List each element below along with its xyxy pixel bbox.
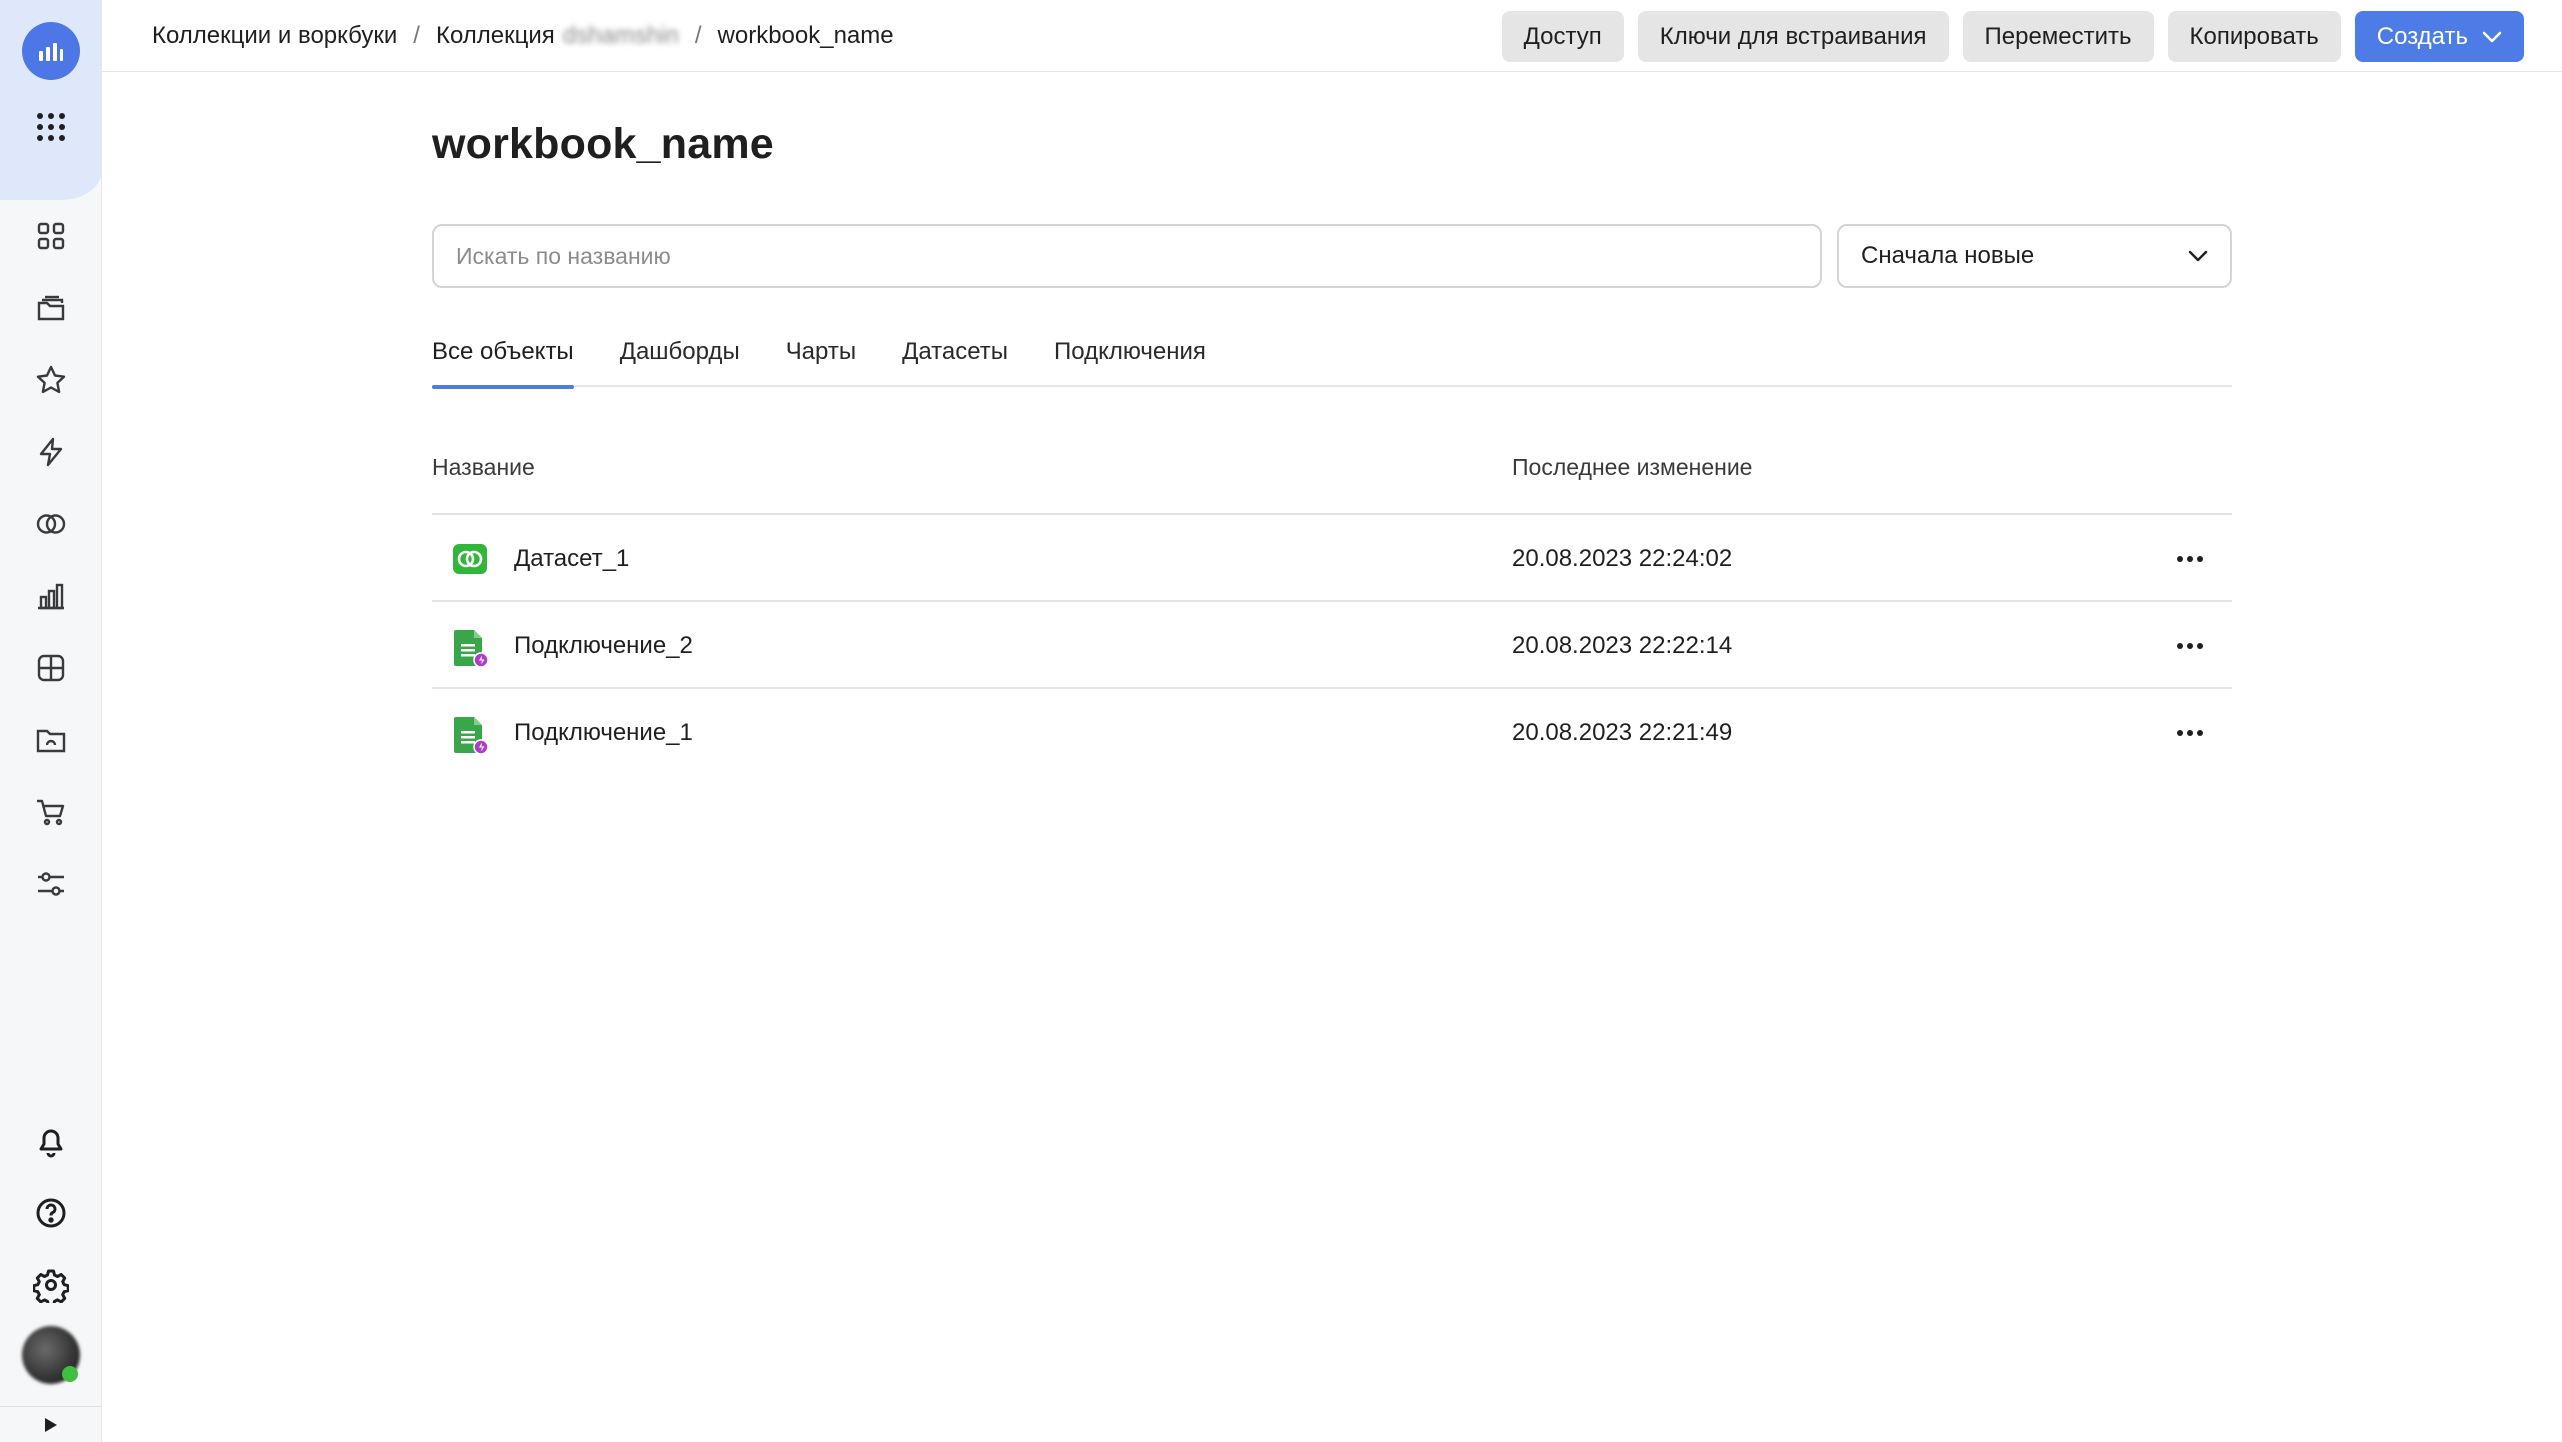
gear-icon[interactable] bbox=[30, 1264, 72, 1306]
tab-charts[interactable]: Чарты bbox=[786, 332, 856, 387]
folders-icon[interactable] bbox=[31, 288, 71, 328]
copy-button[interactable]: Копировать bbox=[2167, 11, 2341, 62]
star-icon[interactable] bbox=[31, 360, 71, 400]
connection-sheet-icon bbox=[452, 715, 489, 755]
breadcrumb-collection-prefix: Коллекция bbox=[435, 22, 555, 49]
top-header: Коллекции и воркбуки / Коллекция dshamshi… bbox=[102, 0, 2562, 72]
play-triangle-icon bbox=[45, 1417, 57, 1432]
sliders-icon[interactable] bbox=[31, 864, 71, 904]
access-button[interactable]: Доступ bbox=[1501, 11, 1624, 62]
table-row[interactable]: Подключение_1 20.08.2023 22:21:49 bbox=[432, 689, 2232, 776]
help-icon[interactable] bbox=[30, 1192, 72, 1234]
breadcrumb-collection[interactable]: Коллекция dshamshin bbox=[436, 22, 679, 50]
more-actions-icon[interactable] bbox=[2170, 539, 2210, 579]
tab-datasets[interactable]: Датасеты bbox=[902, 332, 1008, 387]
more-actions-icon[interactable] bbox=[2170, 626, 2210, 666]
row-modified: 20.08.2023 22:24:02 bbox=[1512, 545, 1733, 572]
row-name[interactable]: Датасет_1 bbox=[514, 545, 629, 573]
grid-icon[interactable] bbox=[31, 216, 71, 256]
table-row[interactable]: Датасет_1 20.08.2023 22:24:02 bbox=[432, 515, 2232, 602]
table-row[interactable]: Подключение_2 20.08.2023 22:22:14 bbox=[432, 602, 2232, 689]
breadcrumb-collections[interactable]: Коллекции и воркбуки bbox=[152, 22, 397, 50]
dataset-icon bbox=[452, 541, 488, 577]
bar-chart-icon[interactable] bbox=[31, 576, 71, 616]
cart-icon[interactable] bbox=[31, 792, 71, 832]
search-input[interactable] bbox=[432, 224, 1822, 288]
chevron-down-icon bbox=[2482, 31, 2502, 42]
chart-logo-icon[interactable] bbox=[22, 22, 80, 80]
apps-grid-icon[interactable] bbox=[30, 106, 72, 148]
tab-all-objects[interactable]: Все объекты bbox=[432, 332, 574, 389]
lightning-icon[interactable] bbox=[31, 432, 71, 472]
chevron-down-icon bbox=[2188, 250, 2208, 262]
row-name[interactable]: Подключение_2 bbox=[514, 632, 693, 660]
object-tabs: Все объекты Дашборды Чарты Датасеты Подк… bbox=[432, 332, 2232, 389]
move-button[interactable]: Переместить bbox=[1962, 11, 2154, 62]
objects-table: Название Последнее изменение Датасет_1 2… bbox=[432, 442, 2232, 776]
folder-icon[interactable] bbox=[31, 720, 71, 760]
breadcrumb-collection-name: dshamshin bbox=[562, 22, 679, 49]
header-actions: Доступ Ключи для встраивания Переместить… bbox=[1501, 11, 2524, 62]
bell-icon[interactable] bbox=[30, 1120, 72, 1162]
create-button[interactable]: Создать bbox=[2354, 11, 2524, 62]
collapse-sidebar-button[interactable] bbox=[0, 1406, 102, 1442]
connection-sheet-icon bbox=[452, 628, 489, 668]
row-modified: 20.08.2023 22:21:49 bbox=[1512, 719, 1733, 746]
tab-connections[interactable]: Подключения bbox=[1054, 332, 1206, 387]
row-name[interactable]: Подключение_1 bbox=[514, 719, 693, 747]
online-status-dot bbox=[62, 1366, 78, 1382]
left-sidebar bbox=[0, 0, 102, 1442]
breadcrumb-separator: / bbox=[413, 22, 420, 49]
row-modified: 20.08.2023 22:22:14 bbox=[1512, 632, 1733, 659]
create-button-label: Создать bbox=[2376, 22, 2468, 50]
tab-dashboards[interactable]: Дашборды bbox=[620, 332, 740, 387]
dashboard-icon[interactable] bbox=[31, 648, 71, 688]
table-header: Название Последнее изменение bbox=[432, 442, 2232, 515]
more-actions-icon[interactable] bbox=[2170, 713, 2210, 753]
embed-keys-button[interactable]: Ключи для встраивания bbox=[1637, 11, 1949, 62]
sort-select-value: Сначала новые bbox=[1861, 242, 2035, 269]
column-header-name[interactable]: Название bbox=[432, 454, 535, 481]
page-title: workbook_name bbox=[432, 120, 774, 168]
breadcrumb: Коллекции и воркбуки / Коллекция dshamshi… bbox=[152, 0, 894, 72]
breadcrumb-current-workbook: workbook_name bbox=[717, 22, 894, 49]
breadcrumb-separator: / bbox=[694, 22, 702, 49]
sort-select[interactable]: Сначала новые bbox=[1837, 224, 2232, 288]
column-header-modified[interactable]: Последнее изменение bbox=[1512, 454, 1752, 481]
dataset-circles-icon[interactable] bbox=[31, 504, 71, 544]
